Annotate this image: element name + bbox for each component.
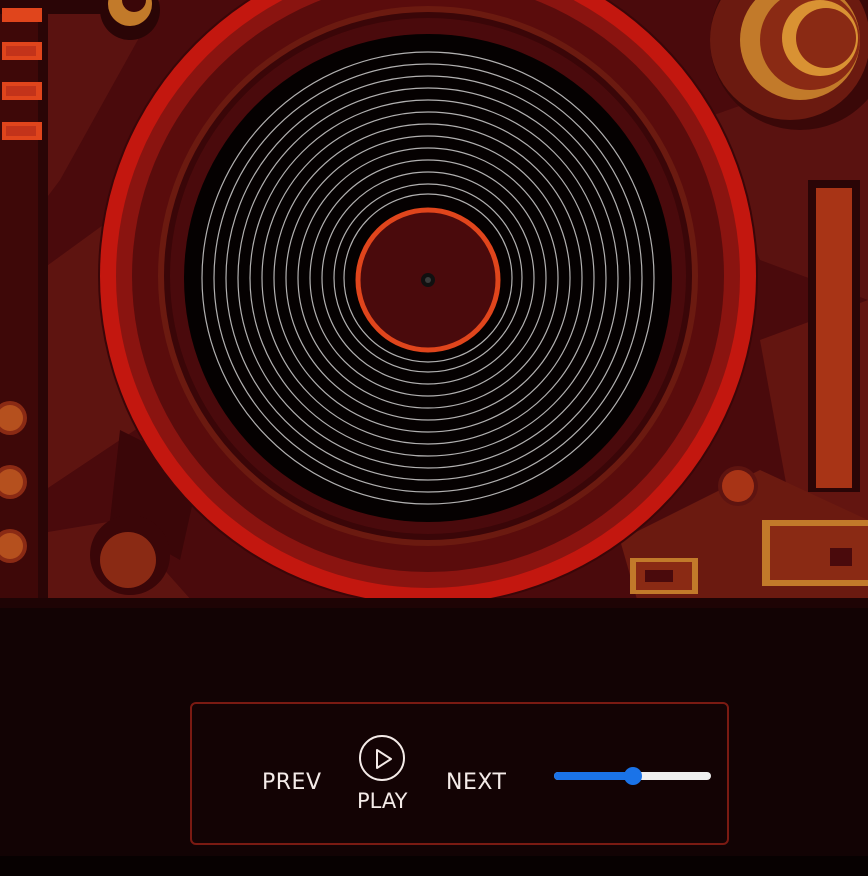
- turntable-artwork: [0, 0, 868, 615]
- player-controls: PREV PLAY NEXT: [190, 702, 729, 845]
- bottom-strip: [0, 856, 868, 876]
- turntable-illustration: [0, 0, 868, 615]
- music-player-page: PREV PLAY NEXT: [0, 0, 868, 876]
- volume-slider[interactable]: [554, 767, 711, 787]
- volume-slider-thumb[interactable]: [624, 767, 642, 785]
- prev-button[interactable]: PREV: [262, 770, 322, 795]
- volume-slider-fill: [554, 772, 633, 780]
- play-icon[interactable]: [359, 735, 405, 781]
- vinyl-record-icon: [184, 34, 672, 522]
- next-button[interactable]: NEXT: [446, 770, 506, 795]
- play-label[interactable]: PLAY: [357, 789, 407, 813]
- play-button[interactable]: PLAY: [357, 735, 409, 817]
